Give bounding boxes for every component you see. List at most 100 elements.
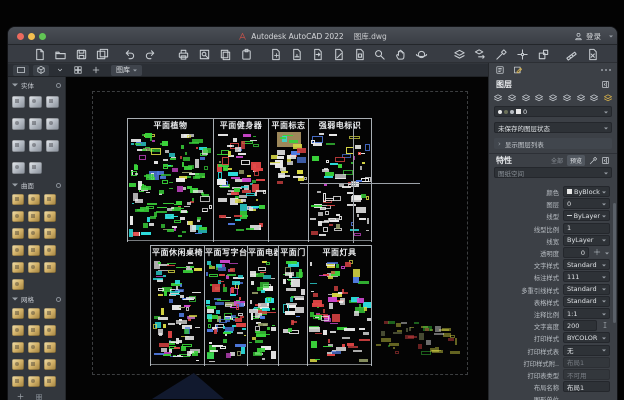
panel-collapse-icon[interactable] — [601, 156, 610, 165]
chevron-down-icon[interactable] — [605, 253, 609, 257]
property-select[interactable]: Standard — [563, 296, 610, 307]
titlebar[interactable]: Autodesk AutoCAD 2022 图库.dwg 登录 — [8, 27, 617, 45]
layer-stack-button[interactable] — [452, 47, 466, 61]
doc-import-button[interactable] — [289, 47, 303, 61]
layer-tool-button[interactable] — [576, 93, 586, 103]
redo-arrow-button[interactable] — [143, 47, 157, 61]
palette-tool-button[interactable] — [29, 162, 42, 174]
preview-toggle[interactable]: 预览 — [567, 155, 585, 166]
palette-tool-button[interactable] — [46, 140, 59, 152]
layer-tool-button[interactable] — [493, 93, 503, 103]
drawing-canvas[interactable]: 平面植物平面健身器平面标志强弱电标识平面休闲桌椅平面写字台平面电器平面门平面灯具 — [66, 77, 488, 400]
selection-dropdown[interactable]: 图纸空间 — [494, 167, 612, 178]
property-select[interactable]: 1:1 — [563, 308, 610, 319]
property-input[interactable]: 布局1 — [563, 381, 610, 392]
show-layer-list[interactable]: › 显示图层列表 — [494, 138, 612, 149]
palette-tool-button[interactable] — [44, 342, 56, 353]
plot-printer-button[interactable] — [176, 47, 190, 61]
property-input[interactable]: 0 — [563, 247, 589, 258]
palette-tool-button[interactable] — [12, 342, 24, 353]
viewport-button[interactable] — [13, 65, 29, 76]
plus-button[interactable] — [89, 65, 103, 76]
layer-state-dropdown[interactable]: 未保存的图层状态 — [494, 122, 612, 133]
match-props-button[interactable] — [494, 47, 508, 61]
section-options-icon[interactable] — [56, 83, 61, 88]
palette-tool-button[interactable] — [44, 194, 56, 205]
layer-tool-button[interactable] — [603, 93, 613, 103]
palette-tool-button[interactable] — [28, 376, 40, 387]
property-select[interactable]: Standard — [563, 259, 610, 270]
palette-tool-button[interactable] — [44, 359, 56, 370]
close-button[interactable] — [17, 33, 24, 40]
copy-clip-button[interactable] — [218, 47, 232, 61]
property-select[interactable]: 无 — [563, 345, 610, 356]
drawing-tab[interactable]: 图库 — [111, 65, 142, 76]
plot-preview-button[interactable] — [197, 47, 211, 61]
zoom-window-button[interactable] — [372, 47, 386, 61]
palette-tool-button[interactable] — [28, 228, 40, 239]
undo-arrow-button[interactable] — [122, 47, 136, 61]
palette-tool-button[interactable] — [44, 211, 56, 222]
palette-tool-button[interactable] — [12, 228, 24, 239]
palette-tool-button[interactable] — [28, 211, 40, 222]
panel-collapse-icon[interactable] — [601, 80, 610, 89]
match-props-icon[interactable] — [589, 156, 598, 165]
palette-tool-button[interactable] — [44, 228, 56, 239]
section-options-icon[interactable] — [56, 297, 61, 302]
palette-tool-button[interactable] — [44, 376, 56, 387]
new-file-button[interactable] — [32, 47, 46, 61]
palette-tool-button[interactable] — [12, 359, 24, 370]
save-button[interactable] — [74, 47, 88, 61]
palette-tool-button[interactable] — [12, 279, 24, 290]
palette-tool-button[interactable] — [29, 140, 42, 152]
caret-down-button[interactable] — [53, 65, 67, 76]
property-select[interactable]: 0 — [563, 198, 610, 209]
transparency-icon[interactable] — [593, 248, 601, 256]
palette-tool-button[interactable] — [46, 96, 59, 108]
palette-tool-button[interactable] — [12, 308, 24, 319]
palette-tool-button[interactable] — [28, 342, 40, 353]
pan-hand-button[interactable] — [393, 47, 407, 61]
save-all-button[interactable] — [95, 47, 109, 61]
titlebar-caret-icon[interactable] — [609, 36, 613, 40]
property-input[interactable]: 1 — [563, 223, 610, 234]
palette-tool-button[interactable] — [12, 162, 25, 174]
palette-tool-button[interactable] — [46, 118, 59, 130]
palette-tool-button[interactable] — [28, 245, 40, 256]
property-select[interactable]: ByBlock — [563, 186, 610, 197]
section-options-icon[interactable] — [56, 183, 61, 188]
layer-tool-button[interactable] — [562, 93, 572, 103]
property-input[interactable]: 200 — [563, 320, 597, 331]
palette-tool-button[interactable] — [44, 308, 56, 319]
layer-tool-button[interactable] — [507, 93, 517, 103]
layer-tool-button[interactable] — [589, 93, 599, 103]
palette-tool-button[interactable] — [12, 96, 25, 108]
palette-tool-button[interactable] — [12, 262, 24, 273]
doc-new-button[interactable] — [268, 47, 282, 61]
plus-icon[interactable] — [16, 392, 25, 400]
block-insert-button[interactable] — [536, 47, 550, 61]
layer-copy-button[interactable] — [473, 47, 487, 61]
palette-tool-button[interactable] — [44, 325, 56, 336]
grid-button[interactable] — [71, 65, 85, 76]
doc-block-button[interactable] — [352, 47, 366, 61]
palette-tool-button[interactable] — [12, 118, 25, 130]
open-folder-button[interactable] — [53, 47, 67, 61]
text-cursor-icon[interactable] — [601, 321, 609, 329]
palette-tool-button[interactable] — [28, 308, 40, 319]
panel-doc-icon[interactable] — [495, 65, 505, 75]
palette-section-header[interactable]: 曲面 — [8, 179, 65, 191]
layer-tool-button[interactable] — [548, 93, 558, 103]
palette-tool-button[interactable] — [12, 376, 24, 387]
zoom-button[interactable] — [39, 33, 46, 40]
orbit-button[interactable] — [414, 47, 428, 61]
design-tool-icon[interactable] — [513, 65, 523, 75]
palette-tool-button[interactable] — [12, 245, 24, 256]
palette-tool-button[interactable] — [44, 245, 56, 256]
palette-tool-button[interactable] — [29, 118, 42, 130]
palette-section-header[interactable]: 实体 — [8, 79, 65, 91]
property-select[interactable]: BYCOLOR — [563, 332, 610, 343]
purge-tool-button[interactable] — [585, 47, 599, 61]
doc-export-button[interactable] — [310, 47, 324, 61]
property-select[interactable]: ByLayer — [563, 235, 610, 246]
